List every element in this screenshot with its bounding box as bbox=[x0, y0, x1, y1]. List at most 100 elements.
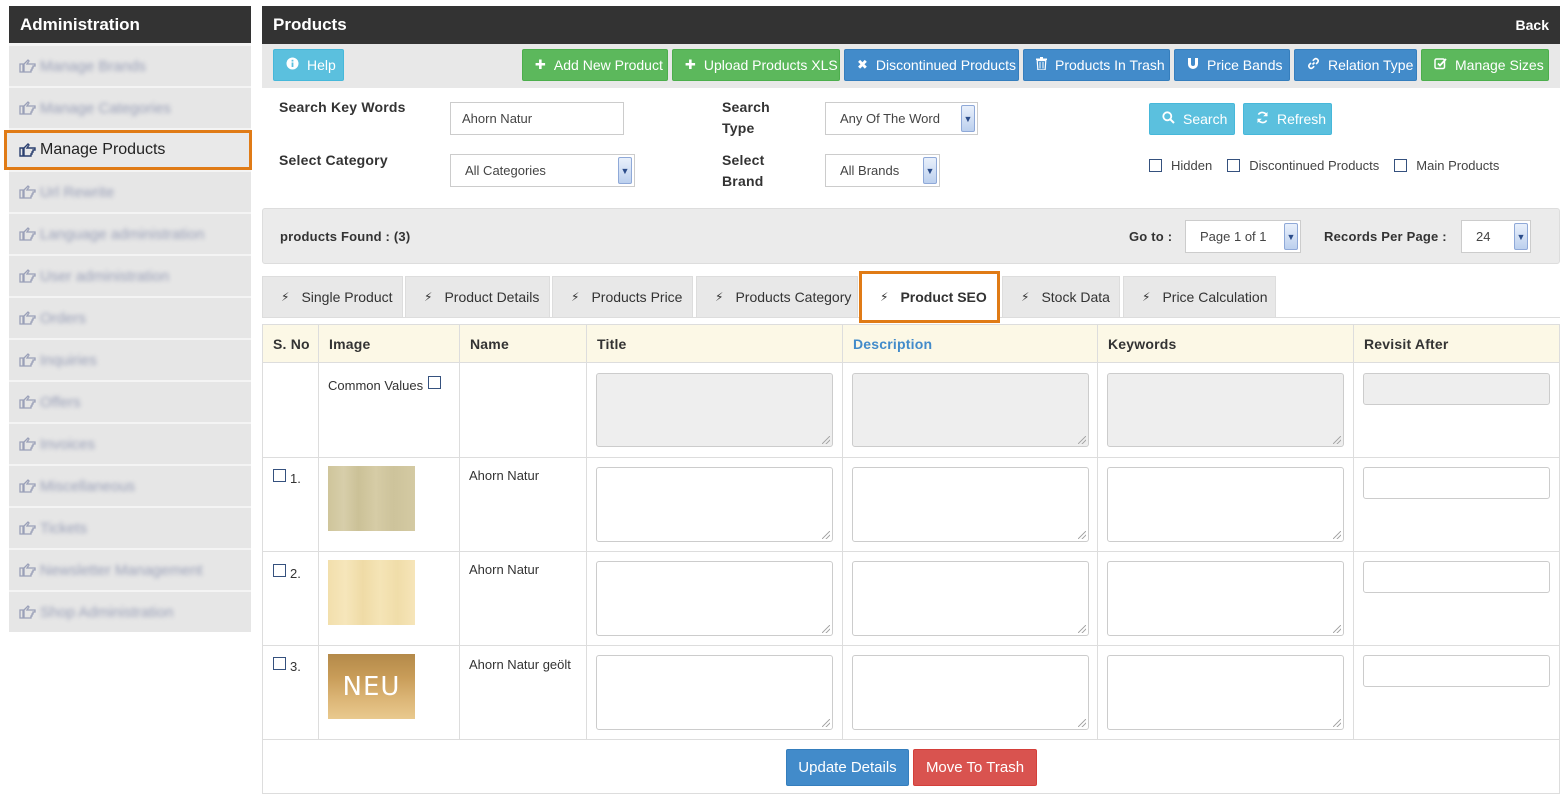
price-bands-button[interactable]: Price Bands bbox=[1174, 49, 1290, 81]
row-2-revisit-input[interactable] bbox=[1363, 561, 1550, 593]
hand-pointer-icon bbox=[19, 311, 37, 325]
update-details-button[interactable]: Update Details bbox=[786, 749, 909, 786]
tab-single-product[interactable]: ⚡ Single Product bbox=[262, 276, 403, 317]
close-icon: ✖ bbox=[857, 57, 868, 72]
sidebar-item-orders[interactable]: Orders bbox=[9, 298, 251, 338]
sidebar-item-language-administration[interactable]: Language administration bbox=[9, 214, 251, 254]
product-image-2 bbox=[328, 560, 415, 625]
select-brand-label: Select Brand bbox=[722, 150, 764, 192]
hand-pointer-icon bbox=[19, 479, 37, 493]
hand-pointer-icon bbox=[19, 353, 37, 367]
row-2-checkbox[interactable] bbox=[273, 564, 286, 577]
search-type-label: Search Type bbox=[722, 97, 770, 139]
sidebar-item-invoices[interactable]: Invoices bbox=[9, 424, 251, 464]
chevron-down-icon: ▼ bbox=[961, 105, 975, 132]
common-values-checkbox[interactable] bbox=[428, 376, 442, 389]
sidebar-item-user-administration[interactable]: User administration bbox=[9, 256, 251, 296]
upload-products-xls-button[interactable]: ✚ Upload Products XLS bbox=[672, 49, 840, 81]
row-1-checkbox[interactable] bbox=[273, 469, 286, 482]
products-in-trash-button[interactable]: Products In Trash bbox=[1023, 49, 1170, 81]
brand-value: All Brands bbox=[840, 163, 900, 178]
page-select[interactable]: Page 1 of 1 ▼ bbox=[1185, 220, 1301, 253]
sidebar-item-url-rewrite[interactable]: Url Rewrite bbox=[9, 172, 251, 212]
tab-products-category[interactable]: ⚡ Products Category bbox=[696, 276, 858, 317]
sidebar-item-shop-administration[interactable]: Shop Administration bbox=[9, 592, 251, 632]
row-2-title-textarea[interactable] bbox=[596, 561, 833, 636]
row-3-revisit-input[interactable] bbox=[1363, 655, 1550, 687]
search-type-select[interactable]: Any Of The Word ▼ bbox=[825, 102, 978, 135]
trash-icon bbox=[1036, 57, 1047, 73]
discontinued-checkbox[interactable] bbox=[1227, 159, 1241, 172]
table-row-2-sno: 2. bbox=[273, 564, 301, 581]
discontinued-products-button[interactable]: ✖ Discontinued Products bbox=[844, 49, 1019, 81]
page-title: Products bbox=[273, 15, 347, 34]
back-link[interactable]: Back bbox=[1516, 17, 1549, 33]
row-1-title-textarea[interactable] bbox=[596, 467, 833, 542]
records-per-page-select[interactable]: 24 ▼ bbox=[1461, 220, 1531, 253]
sidebar-item-manage-categories[interactable]: Manage Categories bbox=[9, 88, 251, 128]
row-3-keywords-textarea[interactable] bbox=[1107, 655, 1344, 730]
sidebar-list: Manage Brands Manage Categories Manage P… bbox=[4, 43, 252, 632]
row-3-name: Ahorn Natur geölt bbox=[469, 657, 571, 672]
move-to-trash-button[interactable]: Move To Trash bbox=[913, 749, 1037, 786]
refresh-button[interactable]: Refresh bbox=[1243, 103, 1332, 135]
hand-pointer-icon bbox=[19, 437, 37, 451]
tab-label: Product Details bbox=[444, 289, 540, 305]
sidebar-item-newsletter-management[interactable]: Newsletter Management bbox=[9, 550, 251, 590]
tab-product-details[interactable]: ⚡ Product Details bbox=[405, 276, 550, 317]
new-badge: NEU bbox=[342, 671, 401, 702]
tab-product-seo[interactable]: ⚡ Product SEO bbox=[859, 271, 1000, 323]
results-bar: products Found : (3) Go to : Page 1 of 1… bbox=[262, 208, 1560, 264]
row-2-keywords-textarea[interactable] bbox=[1107, 561, 1344, 636]
sidebar-item-miscellaneous[interactable]: Miscellaneous bbox=[9, 466, 251, 506]
help-button[interactable]: Help bbox=[273, 49, 344, 81]
row-3-title-textarea[interactable] bbox=[596, 655, 833, 730]
column-header-description[interactable]: Description bbox=[843, 325, 932, 363]
category-value: All Categories bbox=[465, 163, 546, 178]
product-image-1 bbox=[328, 466, 415, 531]
row-3-description-textarea[interactable] bbox=[852, 655, 1089, 730]
sidebar-item-label: Orders bbox=[40, 309, 86, 327]
manage-sizes-button[interactable]: Manage Sizes bbox=[1421, 49, 1549, 81]
sidebar-item-tickets[interactable]: Tickets bbox=[9, 508, 251, 548]
tab-label: Product SEO bbox=[900, 289, 987, 305]
sidebar-item-manage-brands[interactable]: Manage Brands bbox=[9, 46, 251, 86]
row-1-keywords-textarea[interactable] bbox=[1107, 467, 1344, 542]
bolt-icon: ⚡ bbox=[571, 290, 580, 304]
sidebar-title: Administration bbox=[9, 6, 251, 43]
sidebar-item-manage-products[interactable]: Manage Products bbox=[4, 130, 252, 170]
hand-pointer-icon bbox=[19, 101, 37, 115]
hand-pointer-icon bbox=[19, 185, 37, 199]
main-products-checkbox[interactable] bbox=[1394, 159, 1408, 172]
search-keywords-input[interactable]: Ahorn Natur bbox=[450, 102, 624, 135]
common-values-label: Common Values bbox=[328, 378, 424, 393]
row-1-revisit-input[interactable] bbox=[1363, 467, 1550, 499]
category-select[interactable]: All Categories ▼ bbox=[450, 154, 635, 187]
relation-type-button[interactable]: Relation Type bbox=[1294, 49, 1417, 81]
row-3-checkbox[interactable] bbox=[273, 657, 286, 670]
common-title-textarea bbox=[596, 373, 833, 447]
plus-icon: ✚ bbox=[685, 57, 696, 72]
row-1-description-textarea[interactable] bbox=[852, 467, 1089, 542]
tab-price-calculation[interactable]: ⚡ Price Calculation bbox=[1123, 276, 1276, 317]
search-button[interactable]: Search bbox=[1149, 103, 1235, 135]
common-values: Common Values bbox=[328, 376, 442, 393]
search-type-value: Any Of The Word bbox=[840, 111, 940, 126]
tab-label: Products Category bbox=[735, 289, 852, 305]
brand-select[interactable]: All Brands ▼ bbox=[825, 154, 940, 187]
sidebar-item-label: Tickets bbox=[40, 519, 87, 537]
sidebar-item-label: Inquiries bbox=[40, 351, 97, 369]
tab-label: Stock Data bbox=[1041, 289, 1110, 305]
bolt-icon: ⚡ bbox=[1021, 290, 1030, 304]
sidebar-item-inquiries[interactable]: Inquiries bbox=[9, 340, 251, 380]
product-tabs: ⚡ Single Product ⚡ Product Details ⚡ Pro… bbox=[262, 271, 1560, 323]
column-header-keywords: Keywords bbox=[1108, 336, 1177, 352]
add-new-product-button[interactable]: ✚ Add New Product bbox=[522, 49, 668, 81]
hidden-checkbox[interactable] bbox=[1149, 159, 1162, 172]
help-button-label: Help bbox=[307, 57, 336, 73]
row-2-description-textarea[interactable] bbox=[852, 561, 1089, 636]
sidebar-item-offers[interactable]: Offers bbox=[9, 382, 251, 422]
main-products-label: Main Products bbox=[1416, 158, 1500, 173]
tab-stock-data[interactable]: ⚡ Stock Data bbox=[1002, 276, 1120, 317]
tab-products-price[interactable]: ⚡ Products Price bbox=[552, 276, 693, 317]
